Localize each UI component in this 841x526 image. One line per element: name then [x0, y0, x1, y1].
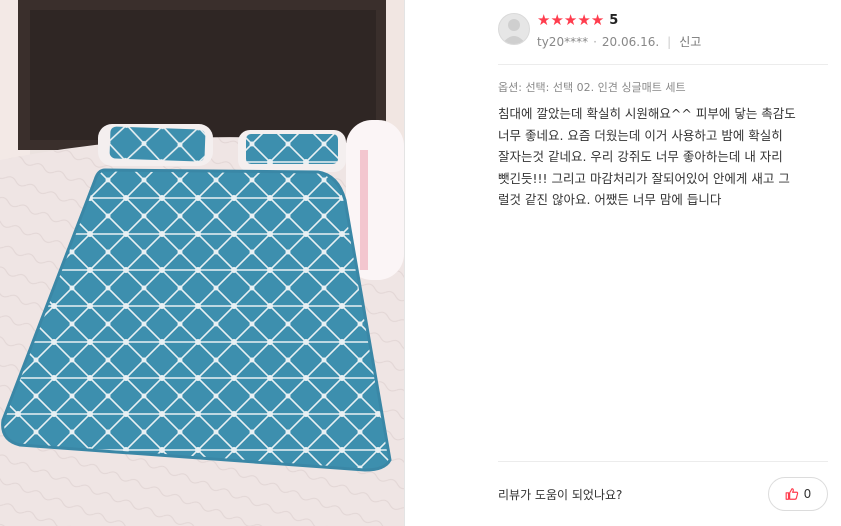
helpful-question: 리뷰가 도움이 되었나요?: [498, 488, 623, 502]
avatar: [498, 13, 530, 45]
star-icon: ★: [577, 11, 591, 29]
helpful-count: 0: [803, 487, 812, 501]
review-meta: ty20**** · 20.06.16. | 신고: [537, 33, 701, 50]
star-icon: ★: [550, 11, 564, 29]
meta-separator: ·: [593, 34, 597, 49]
helpful-button[interactable]: 0: [768, 477, 828, 511]
star-icon: ★: [563, 11, 578, 29]
bed-mat-image: [0, 0, 404, 526]
rating-score: 5: [609, 12, 619, 28]
purchase-option: 옵션: 선택: 선택 02. 인견 싱글매트 세트: [498, 81, 686, 94]
user-silhouette-icon: [502, 19, 526, 44]
review-panel: ★ ★ ★ ★ ★ 5 ty20**** · 20.06.16. | 신고 옵션…: [405, 0, 841, 526]
star-icon: ★: [537, 11, 551, 29]
review-body: 침대에 깔았는데 확실히 시원해요^^ 피부에 닿는 촉감도 너무 좋네요. 요…: [498, 106, 796, 207]
meta-divider: |: [667, 34, 672, 49]
review-photo[interactable]: [0, 0, 404, 526]
star-rating: ★ ★ ★ ★ ★ 5: [537, 10, 618, 30]
star-icon: ★: [590, 11, 605, 29]
thumbs-up-icon: [785, 488, 798, 500]
footer-divider: [498, 461, 828, 462]
review-date: 20.06.16.: [601, 34, 660, 49]
section-divider: [498, 64, 828, 65]
author-name: ty20****: [537, 34, 589, 49]
report-link[interactable]: 신고: [679, 33, 701, 50]
